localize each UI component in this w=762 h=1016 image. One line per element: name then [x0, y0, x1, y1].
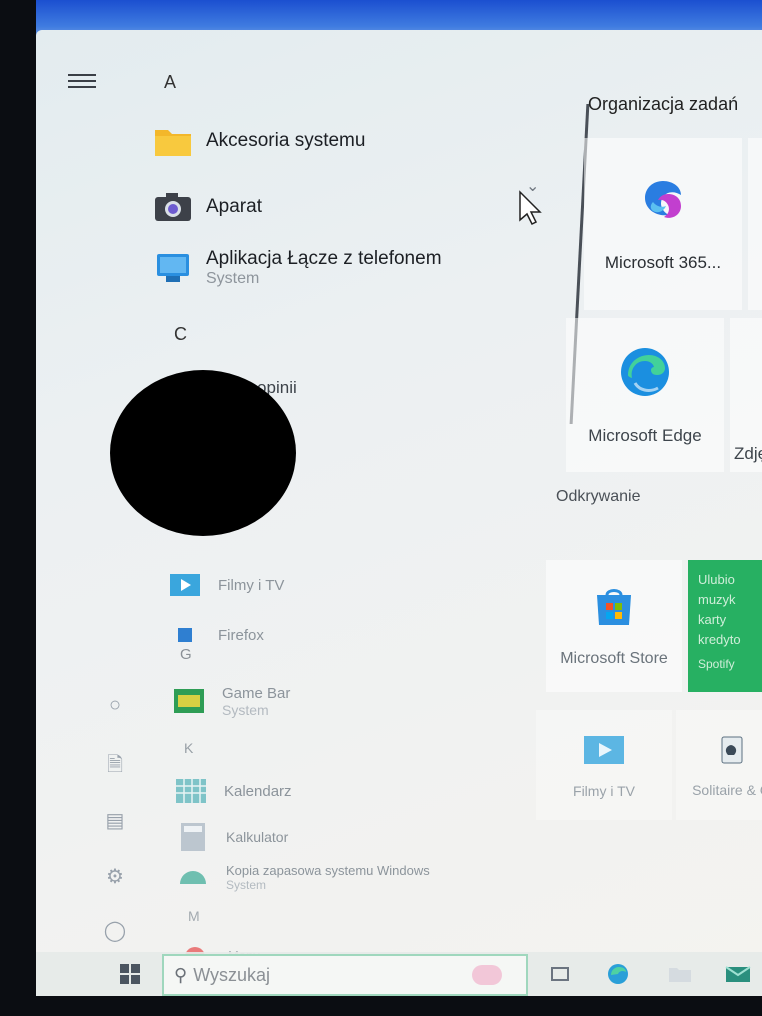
- tile-label: Solitaire & C: [692, 781, 762, 798]
- app-name: Filmy i TV: [218, 576, 285, 594]
- film-icon: [582, 732, 626, 773]
- tile-text: kredyto: [698, 632, 741, 647]
- app-name: Firefox: [218, 626, 264, 644]
- tile-partial-top[interactable]: [748, 138, 762, 310]
- solitaire-icon: [714, 733, 748, 772]
- calculator-icon: [174, 818, 212, 856]
- app-filmy-i-tv[interactable]: Filmy i TV: [166, 566, 284, 604]
- power-icon[interactable]: ◯: [102, 918, 128, 944]
- documents-icon[interactable]: 🗎: [102, 752, 128, 778]
- tile-text: Ulubio: [698, 572, 735, 587]
- tile-group-title-odkrywanie[interactable]: Odkrywanie: [556, 488, 640, 506]
- menu-icon[interactable]: [68, 70, 96, 92]
- edge-icon: [618, 345, 672, 404]
- app-game-bar[interactable]: Game Bar System: [170, 682, 290, 720]
- windows-start-icon[interactable]: [116, 960, 144, 988]
- app-name: Aparat: [206, 196, 262, 217]
- tile-text: muzyk: [698, 592, 736, 607]
- tile-solitaire[interactable]: Solitaire & C: [676, 710, 762, 820]
- letter-header-g[interactable]: G: [180, 646, 192, 663]
- game-bar-icon: [170, 682, 208, 720]
- tile-microsoft-edge[interactable]: Microsoft Edge: [566, 318, 724, 472]
- calendar-icon: [172, 772, 210, 810]
- mouse-cursor-icon: [518, 190, 542, 231]
- tile-text: karty: [698, 612, 727, 627]
- app-lacze-z-telefonem[interactable]: Aplikacja Łącze z telefonem System: [154, 248, 442, 288]
- film-icon: [166, 566, 204, 604]
- letter-header-k[interactable]: K: [184, 740, 193, 756]
- letter-header-m[interactable]: M: [188, 908, 200, 924]
- phone-link-icon: [154, 249, 192, 287]
- tile-label: Zdję: [734, 444, 762, 463]
- tile-label: Microsoft Edge: [588, 425, 702, 445]
- tile-microsoft-365[interactable]: Microsoft 365...: [584, 138, 742, 310]
- letter-header-a[interactable]: A: [164, 72, 176, 93]
- app-kalendarz[interactable]: Kalendarz: [172, 772, 292, 810]
- tile-group-title-organizacja[interactable]: Organizacja zadań: [588, 94, 738, 115]
- app-name: Kalendarz: [224, 782, 292, 800]
- app-name: Kopia zapasowa systemu Windows: [226, 862, 430, 878]
- tile-spotify[interactable]: Ulubio muzyk karty kredyto Spotify: [688, 560, 762, 692]
- letter-header-c[interactable]: C: [174, 324, 187, 345]
- search-icon: ⚲: [174, 964, 188, 985]
- app-aparat[interactable]: Aparat: [154, 188, 262, 226]
- settings-gear-icon[interactable]: ⚙: [102, 864, 128, 890]
- camera-icon: [154, 188, 192, 226]
- tile-filmy-i-tv[interactable]: Filmy i TV: [536, 710, 672, 820]
- microsoft-365-icon: [638, 176, 688, 231]
- app-subtitle: System: [206, 270, 260, 287]
- edge-taskbar-icon[interactable]: [604, 960, 632, 988]
- search-box[interactable]: ⚲ Wyszukaj: [162, 954, 528, 996]
- tile-label: Microsoft 365...: [604, 252, 722, 272]
- app-subtitle: System: [222, 701, 269, 718]
- app-name: Aplikacja Łącze z telefonem: [206, 248, 442, 269]
- app-kalkulator[interactable]: Kalkulator: [174, 818, 288, 856]
- tile-microsoft-store[interactable]: Microsoft Store: [546, 560, 682, 692]
- app-name: Game Bar: [222, 684, 291, 702]
- redaction-circle: [110, 370, 296, 536]
- app-kopia-zapasowa[interactable]: Kopia zapasowa systemu Windows System: [174, 858, 430, 896]
- pictures-icon[interactable]: ▤: [102, 808, 128, 834]
- app-name: Akcesoria systemu: [206, 130, 366, 151]
- search-placeholder: Wyszukaj: [193, 964, 271, 985]
- backup-icon: [174, 858, 212, 896]
- user-icon[interactable]: ○: [102, 692, 128, 718]
- folder-icon: [154, 122, 192, 160]
- tile-zdjecia[interactable]: Zdję: [730, 318, 762, 472]
- app-name: Kalkulator: [226, 829, 289, 845]
- spotify-brand-label: Spotify: [698, 657, 735, 671]
- tile-label: Filmy i TV: [573, 782, 635, 799]
- search-highlight-icon: [472, 965, 502, 985]
- tile-label: Microsoft Store: [560, 649, 668, 667]
- app-akcesoria-systemu[interactable]: Akcesoria systemu: [154, 122, 365, 160]
- mail-taskbar-icon[interactable]: [724, 960, 752, 988]
- file-explorer-icon[interactable]: [666, 960, 694, 988]
- store-icon: [591, 585, 637, 632]
- task-view-icon[interactable]: [546, 960, 574, 988]
- app-subtitle: System: [226, 877, 267, 892]
